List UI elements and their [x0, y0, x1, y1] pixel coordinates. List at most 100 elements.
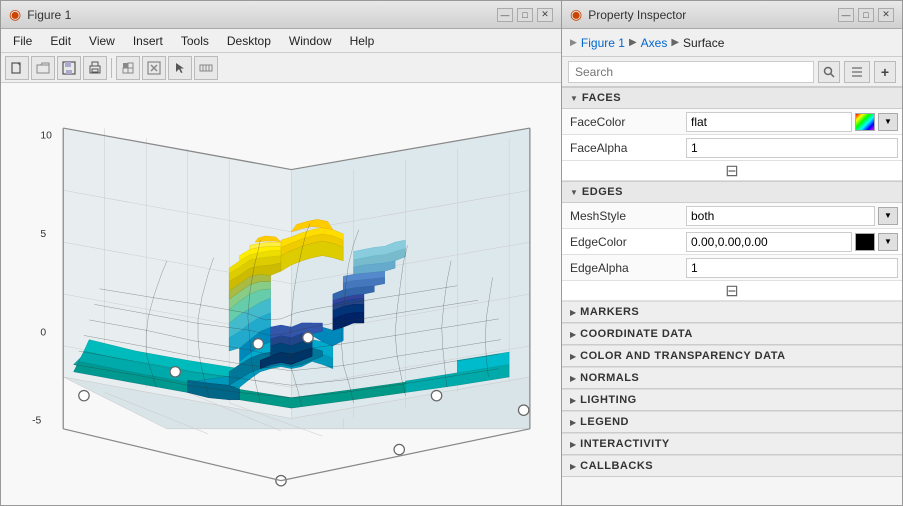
normals-arrow-icon: ▶: [570, 374, 576, 383]
figure-window-controls: — □ ✕: [497, 8, 553, 22]
edgecolor-swatch[interactable]: [855, 233, 875, 251]
tb-open-btn[interactable]: [31, 56, 55, 80]
coordinate-data-section[interactable]: ▶ COORDINATE DATA: [562, 323, 902, 345]
tb-btn8[interactable]: [194, 56, 218, 80]
figure-title-bar: ◉ Figure 1 — □ ✕: [1, 1, 561, 29]
facealpha-input[interactable]: [686, 138, 898, 158]
lighting-section-title: LIGHTING: [580, 394, 637, 406]
svg-text:-5: -5: [32, 416, 41, 427]
edges-slider-row[interactable]: ⊟: [562, 281, 902, 301]
title-bar-left: ◉ Figure 1: [9, 6, 71, 23]
color-transparency-arrow-icon: ▶: [570, 352, 576, 361]
figure-toolbar: [1, 53, 561, 83]
meshstyle-input[interactable]: [686, 206, 875, 226]
svg-text:10: 10: [40, 130, 52, 141]
meshstyle-dropdown-btn[interactable]: ▼: [878, 207, 898, 225]
meshstyle-value-area: ▼: [682, 206, 902, 226]
figure-window: ◉ Figure 1 — □ ✕ File Edit View Insert T…: [0, 0, 562, 506]
faces-section-header[interactable]: ▼ FACES: [562, 87, 902, 109]
markers-section-title: MARKERS: [580, 306, 639, 318]
coordinate-data-arrow-icon: ▶: [570, 330, 576, 339]
legend-section[interactable]: ▶ LEGEND: [562, 411, 902, 433]
search-icon-btn[interactable]: [818, 61, 840, 83]
callbacks-section-title: CALLBACKS: [580, 460, 653, 472]
tb-select-btn[interactable]: [168, 56, 192, 80]
breadcrumb-surface: Surface: [683, 36, 724, 50]
tb-btn6[interactable]: [142, 56, 166, 80]
meshstyle-label: MeshStyle: [562, 209, 682, 223]
menu-help[interactable]: Help: [342, 32, 383, 50]
breadcrumb-axes[interactable]: Axes: [641, 36, 668, 50]
search-bar: +: [562, 57, 902, 87]
markers-arrow-icon: ▶: [570, 308, 576, 317]
prop-minimize-btn[interactable]: —: [838, 8, 854, 22]
facealpha-label: FaceAlpha: [562, 141, 682, 155]
normals-section[interactable]: ▶ NORMALS: [562, 367, 902, 389]
legend-arrow-icon: ▶: [570, 418, 576, 427]
faces-arrow-icon: ▼: [570, 94, 578, 103]
figure-close-btn[interactable]: ✕: [537, 8, 553, 22]
breadcrumb-arrow-icon: ▶: [570, 37, 577, 48]
facecolor-swatch[interactable]: [855, 113, 875, 131]
tb-separator-1: [111, 58, 112, 78]
edgecolor-row: EdgeColor ▼: [562, 229, 902, 255]
breadcrumb-sep-2: ▶: [671, 37, 679, 48]
color-transparency-section[interactable]: ▶ COLOR AND TRANSPARENCY DATA: [562, 345, 902, 367]
edgecolor-dropdown-btn[interactable]: ▼: [878, 233, 898, 251]
edgealpha-row: EdgeAlpha: [562, 255, 902, 281]
menu-tools[interactable]: Tools: [173, 32, 217, 50]
facecolor-value-area: ▼: [682, 112, 902, 132]
interactivity-arrow-icon: ▶: [570, 440, 576, 449]
figure-minimize-btn[interactable]: —: [497, 8, 513, 22]
prop-window-controls: — □ ✕: [838, 8, 894, 22]
figure-title: Figure 1: [27, 8, 71, 22]
tb-btn5[interactable]: [116, 56, 140, 80]
edgealpha-label: EdgeAlpha: [562, 261, 682, 275]
edgealpha-input[interactable]: [686, 258, 898, 278]
menu-insert[interactable]: Insert: [125, 32, 171, 50]
facecolor-row: FaceColor ▼: [562, 109, 902, 135]
prop-maximize-btn[interactable]: □: [858, 8, 874, 22]
add-property-btn[interactable]: +: [874, 61, 896, 83]
facealpha-value-area: [682, 138, 902, 158]
faces-slider-row[interactable]: ⊟: [562, 161, 902, 181]
property-inspector-window: ◉ Property Inspector — □ ✕ ▶ Figure 1 ▶ …: [562, 0, 903, 506]
menu-file[interactable]: File: [5, 32, 40, 50]
facealpha-row: FaceAlpha: [562, 135, 902, 161]
facecolor-input[interactable]: [686, 112, 852, 132]
menu-desktop[interactable]: Desktop: [219, 32, 279, 50]
markers-section[interactable]: ▶ MARKERS: [562, 301, 902, 323]
callbacks-section[interactable]: ▶ CALLBACKS: [562, 455, 902, 477]
edgecolor-input[interactable]: [686, 232, 852, 252]
edgecolor-value-area: ▼: [682, 232, 902, 252]
prop-title: Property Inspector: [588, 8, 686, 22]
tb-print-btn[interactable]: [83, 56, 107, 80]
lighting-section[interactable]: ▶ LIGHTING: [562, 389, 902, 411]
legend-section-title: LEGEND: [580, 416, 629, 428]
breadcrumb-figure[interactable]: Figure 1: [581, 36, 625, 50]
search-input[interactable]: [568, 61, 814, 83]
normals-section-title: NORMALS: [580, 372, 639, 384]
edges-section-header[interactable]: ▼ EDGES: [562, 181, 902, 203]
prop-title-bar: ◉ Property Inspector — □ ✕: [562, 1, 902, 29]
tb-save-btn[interactable]: [57, 56, 81, 80]
list-view-btn[interactable]: [844, 61, 870, 83]
edges-arrow-icon: ▼: [570, 188, 578, 197]
plot-area[interactable]: 10 5 0 -5 30 20 10 0 0 5 10 15 20 25: [1, 83, 561, 505]
color-transparency-section-title: COLOR AND TRANSPARENCY DATA: [580, 350, 785, 362]
facecolor-label: FaceColor: [562, 115, 682, 129]
facecolor-dropdown-btn[interactable]: ▼: [878, 113, 898, 131]
tb-new-btn[interactable]: [5, 56, 29, 80]
edgealpha-value-area: [682, 258, 902, 278]
figure-maximize-btn[interactable]: □: [517, 8, 533, 22]
meshstyle-row: MeshStyle ▼: [562, 203, 902, 229]
prop-close-btn[interactable]: ✕: [878, 8, 894, 22]
lighting-arrow-icon: ▶: [570, 396, 576, 405]
edgecolor-label: EdgeColor: [562, 235, 682, 249]
interactivity-section[interactable]: ▶ INTERACTIVITY: [562, 433, 902, 455]
menu-window[interactable]: Window: [281, 32, 340, 50]
coordinate-data-section-title: COORDINATE DATA: [580, 328, 693, 340]
menu-view[interactable]: View: [81, 32, 123, 50]
menu-edit[interactable]: Edit: [42, 32, 79, 50]
faces-slider-icon: ⊟: [725, 161, 738, 181]
